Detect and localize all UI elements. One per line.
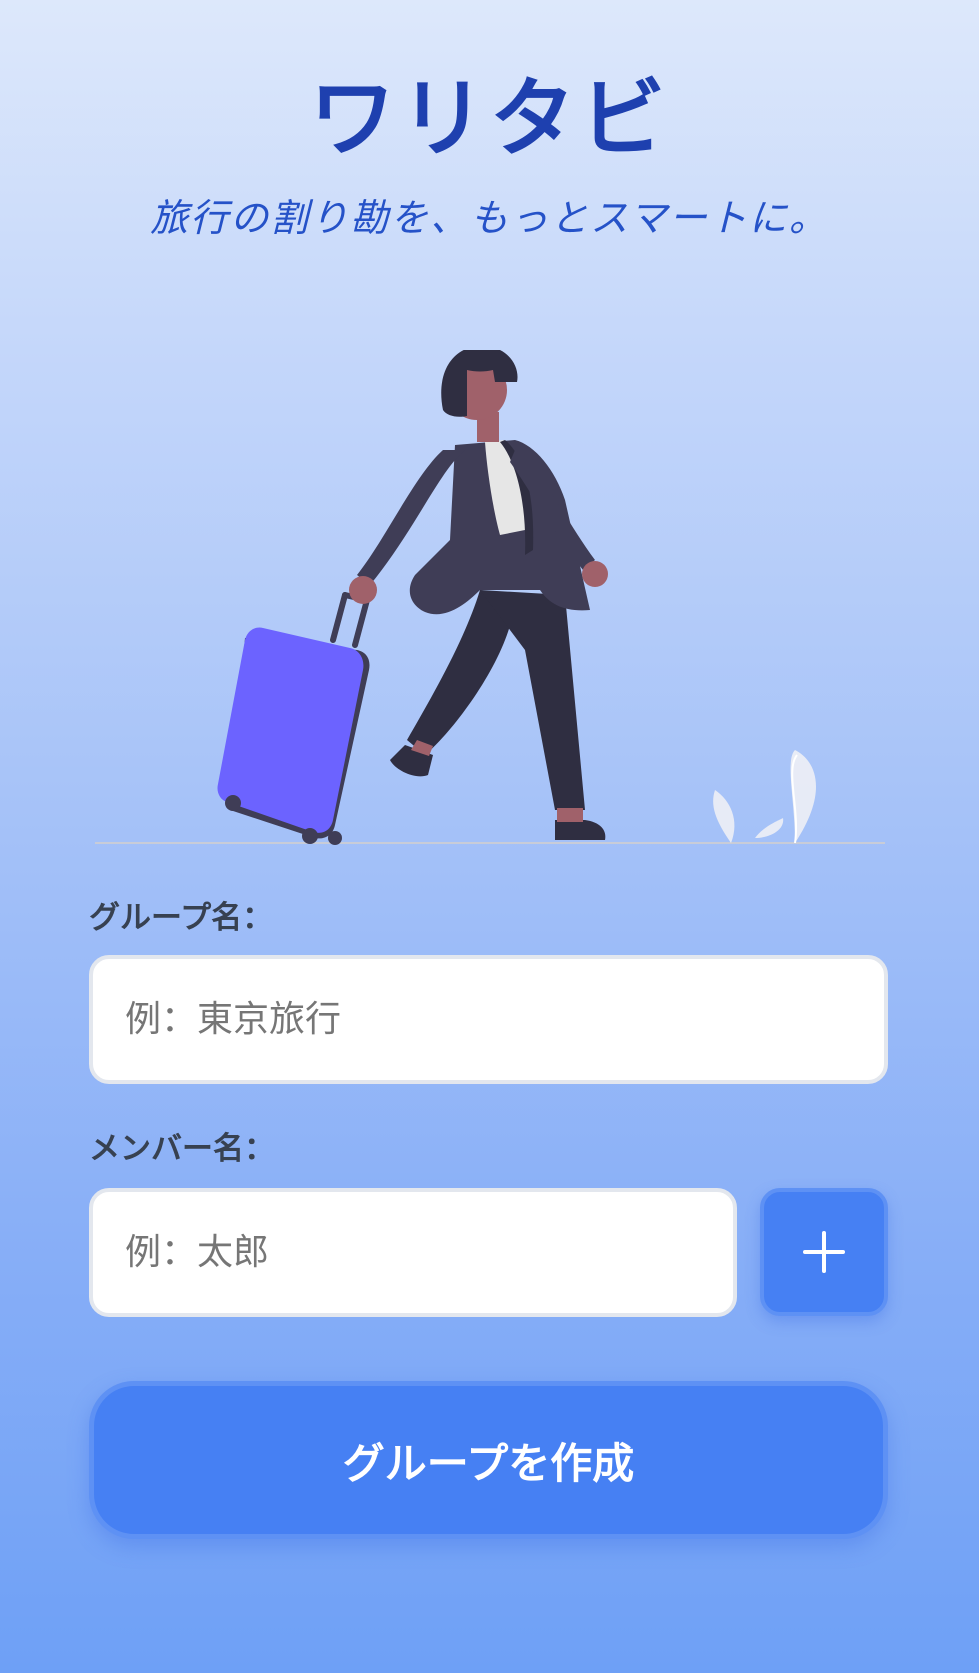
add-member-button[interactable]	[760, 1188, 888, 1316]
suitcase-icon	[217, 592, 370, 845]
traveler-illustration	[95, 350, 885, 845]
member-name-input[interactable]	[89, 1188, 737, 1317]
person-figure	[349, 350, 608, 840]
app-tagline: 旅行の割り勘を、もっとスマートに。	[150, 196, 829, 240]
plus-icon	[803, 1231, 845, 1273]
create-group-button[interactable]: グループを作成	[89, 1381, 888, 1539]
app-title: ワリタビ	[309, 69, 670, 169]
group-name-label: グループ名：	[89, 900, 274, 936]
member-name-label: メンバー名：	[89, 1131, 275, 1167]
group-name-input[interactable]	[89, 955, 888, 1084]
plant-icon	[713, 750, 816, 844]
